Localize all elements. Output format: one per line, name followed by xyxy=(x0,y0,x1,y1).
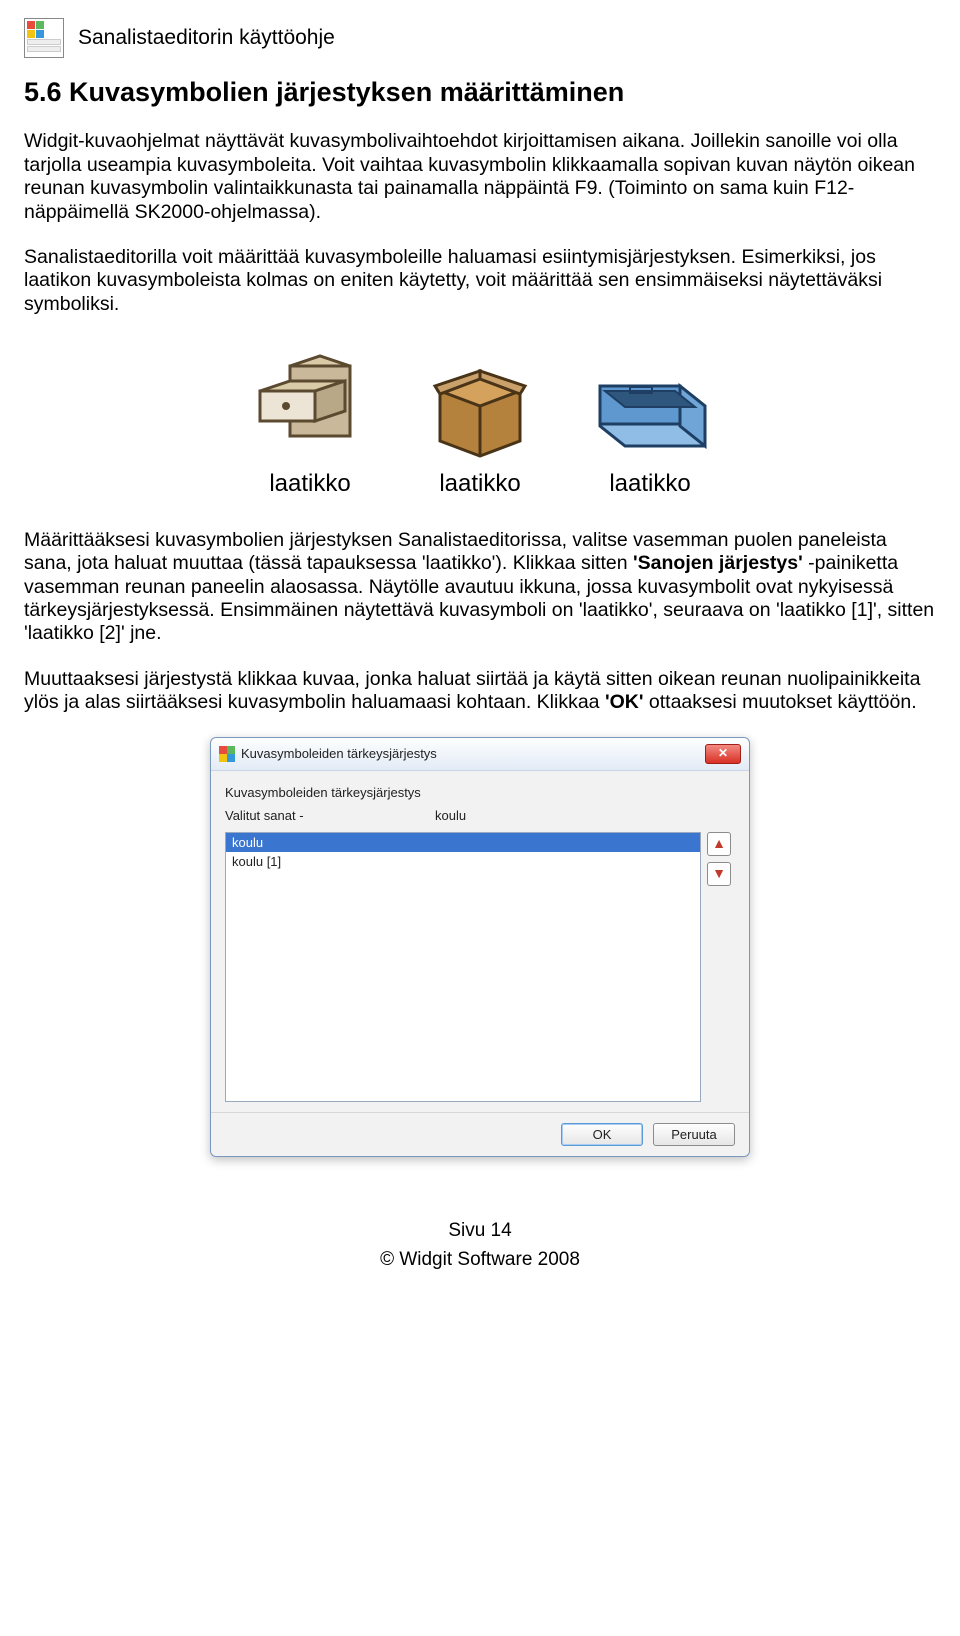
cancel-button[interactable]: Peruuta xyxy=(653,1123,735,1147)
move-up-button[interactable]: ▲ xyxy=(707,832,731,856)
dialog-caption: Kuvasymboleiden tärkeysjärjestys xyxy=(225,785,735,801)
drawer-icon xyxy=(245,346,375,466)
bold-text: 'OK' xyxy=(605,691,644,713)
symbol-label: laatikko xyxy=(609,470,690,499)
list-item[interactable]: koulu [1] xyxy=(226,852,700,872)
page-footer: Sivu 14 © Widgit Software 2008 xyxy=(24,1217,936,1274)
app-logo-icon xyxy=(24,18,64,58)
close-icon: ✕ xyxy=(718,746,728,760)
bold-text: 'Sanojen järjestys' xyxy=(633,552,803,574)
list-item[interactable]: koulu xyxy=(226,833,700,853)
symbol-box-closed: laatikko xyxy=(410,346,550,499)
paragraph-1: Widgit-kuvaohjelmat näyttävät kuvasymbol… xyxy=(24,130,936,224)
dialog-title-text: Kuvasymboleiden tärkeysjärjestys xyxy=(241,746,437,762)
box-closed-icon xyxy=(415,346,545,466)
selected-words-label: Valitut sanat - xyxy=(225,808,425,824)
arrow-down-icon: ▼ xyxy=(712,865,726,882)
dialog-body: Kuvasymboleiden tärkeysjärjestys Valitut… xyxy=(211,771,749,1112)
page-number: Sivu 14 xyxy=(24,1217,936,1246)
arrow-up-icon: ▲ xyxy=(712,835,726,852)
paragraph-4: Muuttaaksesi järjestystä klikkaa kuvaa, … xyxy=(24,668,936,715)
header-title: Sanalistaeditorin käyttöohje xyxy=(78,25,335,50)
dialog-titlebar: Kuvasymboleiden tärkeysjärjestys ✕ xyxy=(211,738,749,771)
paragraph-3: Määrittääksesi kuvasymbolien järjestykse… xyxy=(24,529,936,646)
dialog-footer: OK Peruuta xyxy=(211,1112,749,1157)
section-heading: 5.6 Kuvasymbolien järjestyksen määrittäm… xyxy=(24,76,936,108)
paragraph-2: Sanalistaeditorilla voit määrittää kuvas… xyxy=(24,246,936,316)
app-logo-icon xyxy=(219,746,235,762)
ok-button[interactable]: OK xyxy=(561,1123,643,1147)
crate-open-icon xyxy=(585,346,715,466)
symbol-crate-open: laatikko xyxy=(580,346,720,499)
move-down-button[interactable]: ▼ xyxy=(707,862,731,886)
page-header: Sanalistaeditorin käyttöohje xyxy=(24,18,936,58)
copyright: © Widgit Software 2008 xyxy=(24,1246,936,1275)
close-button[interactable]: ✕ xyxy=(705,744,741,764)
symbol-label: laatikko xyxy=(439,470,520,499)
paragraph-text: ottaaksesi muutokset käyttöön. xyxy=(649,691,917,713)
dialog-screenshot: Kuvasymboleiden tärkeysjärjestys ✕ Kuvas… xyxy=(24,737,936,1158)
symbol-label: laatikko xyxy=(269,470,350,499)
selected-words-value: koulu xyxy=(435,808,466,824)
symbol-examples-row: laatikko laatikko laatikko xyxy=(24,346,936,499)
priority-dialog: Kuvasymboleiden tärkeysjärjestys ✕ Kuvas… xyxy=(210,737,750,1158)
priority-listbox[interactable]: koulu koulu [1] xyxy=(225,832,701,1102)
selected-words-row: Valitut sanat - koulu xyxy=(225,808,735,824)
symbol-drawer: laatikko xyxy=(240,346,380,499)
